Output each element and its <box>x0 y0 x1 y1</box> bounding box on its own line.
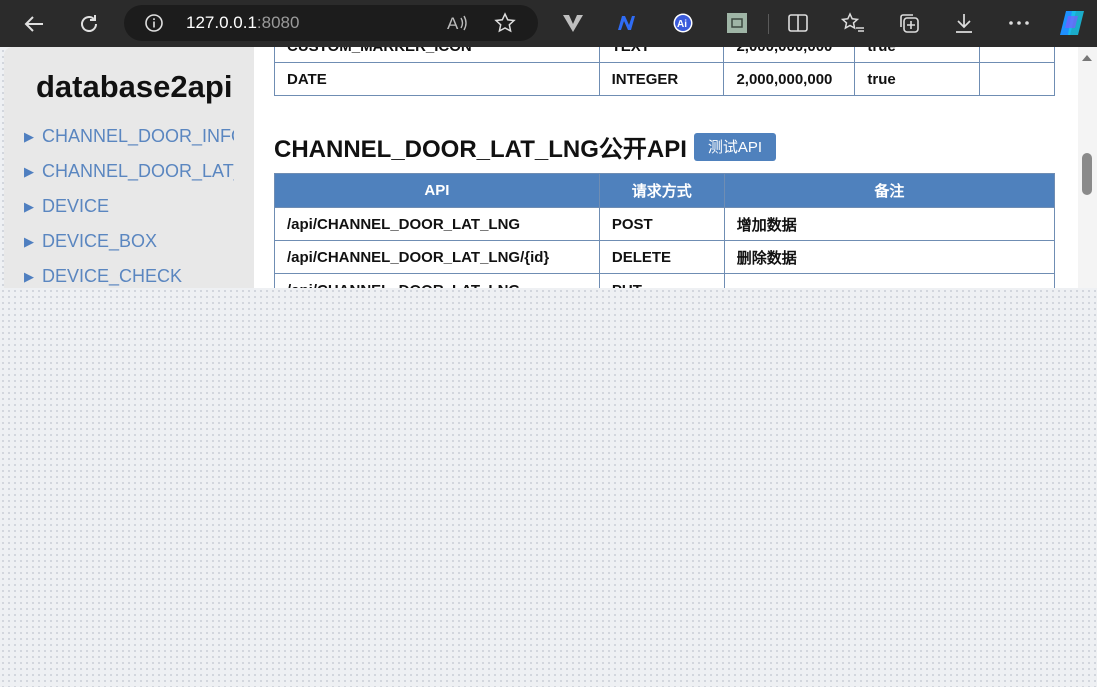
api-path-cell: /api/CHANNEL_DOOR_LAT_LNG <box>274 273 600 288</box>
extension-v-button[interactable] <box>559 9 587 37</box>
column-header-api: API <box>274 173 600 208</box>
collections-button[interactable] <box>895 9 923 37</box>
api-method-cell: DELETE <box>598 240 725 274</box>
sidebar-item-label: CHANNEL_DOOR_INFO <box>42 126 234 146</box>
table-row: /api/CHANNEL_DOOR_LAT_LNG/{id} DELETE 删除… <box>274 240 1056 274</box>
extension-screenshot-button[interactable] <box>723 9 751 37</box>
svg-text:A: A <box>447 14 459 33</box>
arrow-left-icon <box>24 16 43 32</box>
collections-icon <box>900 14 919 33</box>
sidebar-item-label: DEVICE_BOX <box>42 231 158 251</box>
info-icon[interactable] <box>144 13 164 33</box>
ai-logo-icon: Ai <box>673 13 693 33</box>
field-name-cell: CUSTOM_MARKER_ICON <box>274 47 600 63</box>
sidebar-item-channel-door-info[interactable]: ▶ CHANNEL_DOOR_INFO <box>24 119 234 154</box>
more-menu-button[interactable] <box>1005 9 1033 37</box>
back-button[interactable] <box>17 7 51 41</box>
url-text: 127.0.0.1:8080 <box>186 13 300 32</box>
field-type-cell: TEXT <box>598 47 725 63</box>
download-icon <box>956 14 972 33</box>
main-content: CUSTOM_MARKER_ICON TEXT 2,000,000,000 tr… <box>274 47 1056 288</box>
toolbar-separator <box>768 14 769 34</box>
vertical-scrollbar[interactable] <box>1078 47 1097 288</box>
more-dots-icon <box>1009 21 1029 25</box>
brand-title: database2api <box>36 69 233 104</box>
table-row: CUSTOM_MARKER_ICON TEXT 2,000,000,000 tr… <box>274 47 1055 63</box>
field-length-cell: 2,000,000,000 <box>723 62 856 96</box>
field-name-cell: DATE <box>274 62 600 96</box>
favorites-button[interactable] <box>839 9 867 37</box>
api-note-cell: 增加数据 <box>723 207 1056 241</box>
table-header-row: API 请求方式 备注 <box>274 173 1056 208</box>
api-path-cell: /api/CHANNEL_DOOR_LAT_LNG <box>274 207 600 241</box>
sidebar-item-device-box[interactable]: ▶ DEVICE_BOX <box>24 224 234 259</box>
api-note-cell: 删除数据 <box>723 240 1056 274</box>
api-note-cell <box>723 273 1056 288</box>
address-bar[interactable]: 127.0.0.1:8080 A <box>124 5 538 41</box>
triangle-right-icon: ▶ <box>24 198 34 214</box>
screenshot-extension-icon <box>727 13 747 33</box>
split-screen-icon <box>788 14 808 32</box>
refresh-button[interactable] <box>72 7 106 41</box>
sidebar-item-label: DEVICE <box>42 196 110 216</box>
table-nav: ▶ CHANNEL_DOOR_INFO ▶ CHANNEL_DOOR_LAT_L… <box>24 119 234 288</box>
sidebar-item-channel-door-lat-lng[interactable]: ▶ CHANNEL_DOOR_LAT_LNG <box>24 154 234 189</box>
section-title: CHANNEL_DOOR_LAT_LNG公开API <box>274 136 687 163</box>
field-note-cell <box>979 62 1055 96</box>
api-table: API 请求方式 备注 /api/CHANNEL_DOOR_LAT_LNG PO… <box>274 173 1056 288</box>
v-logo-icon <box>563 15 583 32</box>
extension-n-button[interactable] <box>614 9 642 37</box>
scroll-up-arrow-icon[interactable] <box>1082 55 1092 61</box>
column-header-method: 请求方式 <box>598 173 725 208</box>
fields-table: CUSTOM_MARKER_ICON TEXT 2,000,000,000 tr… <box>274 47 1055 96</box>
copilot-icon <box>1060 11 1084 35</box>
table-row: DATE INTEGER 2,000,000,000 true <box>274 62 1055 96</box>
refresh-icon <box>81 15 97 32</box>
favorites-star-list-icon <box>841 12 864 32</box>
table-row: /api/CHANNEL_DOOR_LAT_LNG PUT <box>274 273 1056 288</box>
triangle-right-icon: ▶ <box>24 268 34 284</box>
svg-text:Ai: Ai <box>677 19 687 30</box>
browser-toolbar: 127.0.0.1:8080 A Ai <box>0 0 1097 47</box>
copilot-button[interactable] <box>1057 8 1087 38</box>
field-nullable-cell: true <box>854 62 981 96</box>
sidebar-item-device-check[interactable]: ▶ DEVICE_CHECK <box>24 259 234 288</box>
table-row: /api/CHANNEL_DOOR_LAT_LNG POST 增加数据 <box>274 207 1056 241</box>
scroll-thumb[interactable] <box>1082 153 1092 195</box>
sidebar: database2api ▶ CHANNEL_DOOR_INFO ▶ CHANN… <box>4 47 254 288</box>
downloads-button[interactable] <box>950 9 978 37</box>
sidebar-item-label: DEVICE_CHECK <box>42 266 183 286</box>
triangle-right-icon: ▶ <box>24 233 34 249</box>
triangle-right-icon: ▶ <box>24 128 34 144</box>
field-nullable-cell: true <box>854 47 981 63</box>
split-screen-button[interactable] <box>784 9 812 37</box>
extension-ai-button[interactable]: Ai <box>669 9 697 37</box>
page-viewport: database2api ▶ CHANNEL_DOOR_INFO ▶ CHANN… <box>4 47 1097 288</box>
field-note-cell <box>979 47 1055 63</box>
sidebar-item-device[interactable]: ▶ DEVICE <box>24 189 234 224</box>
favorite-star-icon[interactable] <box>494 12 516 34</box>
read-aloud-icon[interactable]: A <box>446 12 470 34</box>
n-logo-icon <box>618 16 635 30</box>
column-header-note: 备注 <box>723 173 1056 208</box>
api-method-cell: PUT <box>598 273 725 288</box>
triangle-right-icon: ▶ <box>24 163 34 179</box>
section-heading: CHANNEL_DOOR_LAT_LNG公开API 测试API <box>274 129 777 164</box>
test-api-button[interactable]: 测试API <box>693 132 777 161</box>
sidebar-item-label: CHANNEL_DOOR_LAT_LNG <box>42 161 234 181</box>
api-path-cell: /api/CHANNEL_DOOR_LAT_LNG/{id} <box>274 240 600 274</box>
api-method-cell: POST <box>598 207 725 241</box>
field-length-cell: 2,000,000,000 <box>723 47 856 63</box>
field-type-cell: INTEGER <box>598 62 725 96</box>
